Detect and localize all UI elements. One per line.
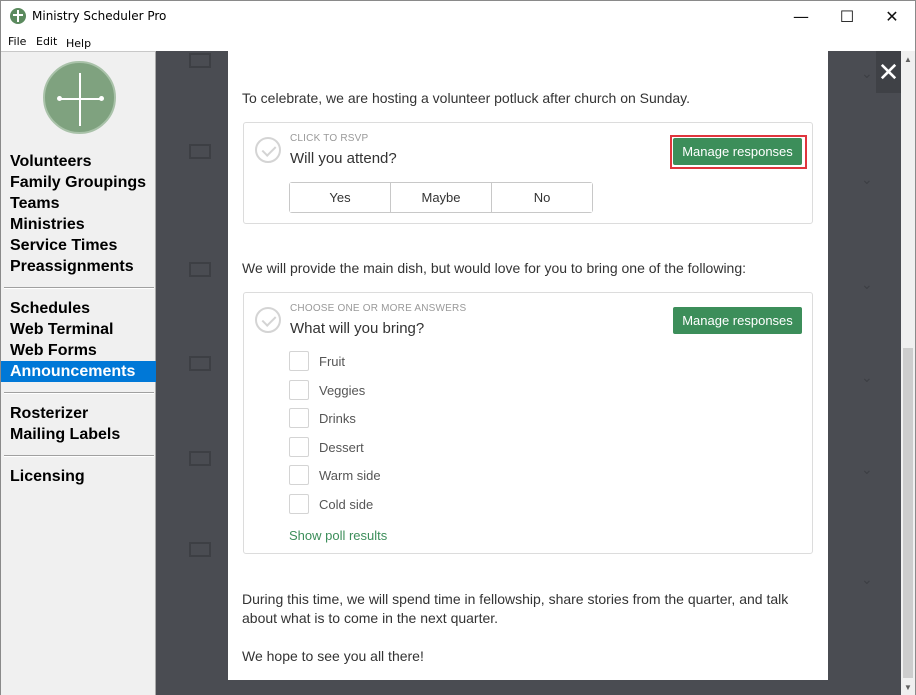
mail-icon [189, 144, 211, 159]
checkbox[interactable] [289, 494, 309, 514]
nav-schedules[interactable]: Schedules [1, 298, 156, 319]
checkbox[interactable] [289, 437, 309, 457]
poll-question: Will you attend? [290, 150, 397, 167]
minimize-button[interactable]: — [778, 1, 824, 32]
poll-kicker: CHOOSE ONE OR MORE ANSWERS [290, 303, 467, 314]
closing-text: During this time, we will spend time in … [242, 591, 789, 626]
chevron-down-icon: ⌄ [861, 65, 873, 81]
close-modal-icon[interactable]: ✕ [876, 51, 901, 93]
nav-group-schedules: Schedules Web Terminal Web Forms Announc… [1, 298, 156, 382]
nav-group-tools: Rosterizer Mailing Labels [1, 403, 156, 445]
church-logo [43, 61, 116, 134]
option-label: Dessert [319, 439, 364, 455]
app-window: Ministry Scheduler Pro — ☐ ✕ File Edit H… [0, 0, 916, 695]
chevron-down-icon: ⌄ [861, 461, 873, 477]
nav-web-forms[interactable]: Web Forms [1, 340, 156, 361]
window-title: Ministry Scheduler Pro [32, 9, 167, 23]
nav-divider [4, 392, 154, 394]
option-label: Fruit [319, 353, 345, 369]
show-poll-results-link[interactable]: Show poll results [289, 528, 387, 543]
closing-text-2: We hope to see you all there! [242, 648, 424, 664]
manage-responses-button[interactable]: Manage responses [673, 307, 802, 334]
chevron-down-icon: ⌄ [861, 276, 873, 292]
option-label: Cold side [319, 496, 374, 512]
mail-icon [189, 262, 211, 277]
checkbox[interactable] [289, 465, 309, 485]
option-warm-side[interactable]: Warm side [289, 465, 381, 485]
nav-divider [4, 287, 154, 289]
scroll-up-arrow-icon[interactable]: ▲ [901, 51, 915, 67]
option-label: Warm side [319, 467, 381, 483]
checkbox[interactable] [289, 351, 309, 371]
check-icon [255, 137, 281, 163]
mail-icon [189, 356, 211, 371]
rsvp-maybe-button[interactable]: Maybe [391, 183, 492, 212]
app-logo-icon [10, 8, 26, 24]
close-window-button[interactable]: ✕ [869, 1, 915, 32]
poll-kicker: CLICK TO RSVP [290, 133, 369, 144]
nav-group-licensing: Licensing [1, 466, 156, 487]
mail-icon [189, 451, 211, 466]
poll-question: What will you bring? [290, 320, 425, 337]
maximize-button[interactable]: ☐ [824, 1, 870, 32]
title-bar: Ministry Scheduler Pro — ☐ ✕ [1, 1, 915, 32]
intro-text: To celebrate, we are hosting a volunteer… [242, 90, 691, 106]
bring-poll-card: CHOOSE ONE OR MORE ANSWERS What will you… [243, 292, 813, 554]
nav-family-groupings[interactable]: Family Groupings [1, 172, 156, 193]
menu-bar: File Edit Help [1, 32, 915, 51]
chevron-down-icon: ⌄ [861, 571, 873, 587]
checkbox[interactable] [289, 408, 309, 428]
nav-licensing[interactable]: Licensing [1, 466, 156, 487]
option-label: Veggies [319, 382, 366, 398]
nav-rosterizer[interactable]: Rosterizer [1, 403, 156, 424]
menu-file[interactable]: File [8, 35, 26, 48]
rsvp-options: Yes Maybe No [289, 182, 593, 213]
nav-preassignments[interactable]: Preassignments [1, 256, 156, 277]
check-icon [255, 307, 281, 333]
option-fruit[interactable]: Fruit [289, 351, 345, 371]
sidebar: Volunteers Family Groupings Teams Minist… [1, 51, 156, 695]
middle-text: We will provide the main dish, but would… [242, 260, 747, 276]
chevron-down-icon: ⌄ [861, 171, 873, 187]
menu-help[interactable]: Help [66, 37, 91, 50]
option-veggies[interactable]: Veggies [289, 380, 365, 400]
option-label: Drinks [319, 410, 356, 426]
scroll-down-arrow-icon[interactable]: ▼ [901, 679, 915, 695]
nav-announcements[interactable]: Announcements [1, 361, 156, 382]
checkbox[interactable] [289, 380, 309, 400]
nav-ministries[interactable]: Ministries [1, 214, 156, 235]
nav-group-people: Volunteers Family Groupings Teams Minist… [1, 151, 156, 277]
rsvp-no-button[interactable]: No [492, 183, 592, 212]
manage-responses-button[interactable]: Manage responses [673, 138, 802, 165]
nav-divider [4, 455, 154, 457]
scrollbar-thumb[interactable] [903, 348, 913, 678]
mail-icon [189, 542, 211, 557]
option-dessert[interactable]: Dessert [289, 437, 364, 457]
nav-mailing-labels[interactable]: Mailing Labels [1, 424, 156, 445]
nav-volunteers[interactable]: Volunteers [1, 151, 156, 172]
menu-edit[interactable]: Edit [36, 35, 57, 48]
nav-teams[interactable]: Teams [1, 193, 156, 214]
mail-icon [189, 53, 211, 68]
announcement-preview-modal: To celebrate, we are hosting a volunteer… [228, 51, 828, 680]
nav-web-terminal[interactable]: Web Terminal [1, 319, 156, 340]
chevron-down-icon: ⌄ [861, 369, 873, 385]
nav-service-times[interactable]: Service Times [1, 235, 156, 256]
option-cold-side[interactable]: Cold side [289, 494, 373, 514]
rsvp-yes-button[interactable]: Yes [290, 183, 391, 212]
option-drinks[interactable]: Drinks [289, 408, 356, 428]
rsvp-poll-card: CLICK TO RSVP Will you attend? Manage re… [243, 122, 813, 224]
